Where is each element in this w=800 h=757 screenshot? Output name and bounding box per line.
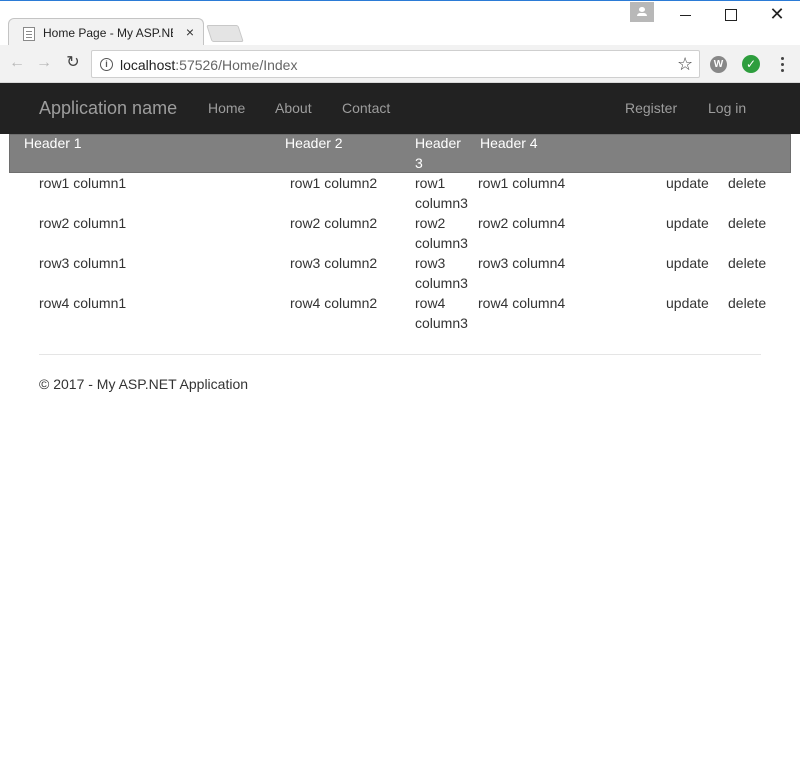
row4-column3: row4 column3 xyxy=(415,295,468,331)
page-favicon-icon xyxy=(23,27,35,41)
nav-link-register[interactable]: Register xyxy=(625,100,677,116)
extension-w-icon[interactable]: W xyxy=(710,56,727,73)
row3-delete-link[interactable]: delete xyxy=(728,253,766,273)
row3-column1: row3 column1 xyxy=(39,255,127,271)
header-1: Header 1 xyxy=(24,135,82,151)
info-icon[interactable]: i xyxy=(100,58,113,71)
row2-column3: row2 column3 xyxy=(415,215,468,251)
nav-link-login[interactable]: Log in xyxy=(708,100,746,116)
row1-update-link[interactable]: update xyxy=(666,173,709,193)
row3-column2: row3 column2 xyxy=(290,255,378,271)
row1-column4: row1 column4 xyxy=(478,175,566,191)
row3-update-link[interactable]: update xyxy=(666,253,709,273)
row4-column1: row4 column1 xyxy=(39,295,127,311)
row4-column4: row4 column4 xyxy=(478,295,566,311)
url-host: localhost xyxy=(120,57,176,73)
header-3: Header 3 xyxy=(415,135,461,171)
row2-column1: row2 column1 xyxy=(39,215,127,231)
extension-check-icon[interactable]: ✓ xyxy=(742,55,760,73)
bookmark-star-icon[interactable]: ☆ xyxy=(677,54,693,75)
reload-icon[interactable]: ↻ xyxy=(64,54,82,72)
maximize-button[interactable] xyxy=(721,5,741,25)
nav-link-about[interactable]: About xyxy=(275,100,312,116)
row4-delete-link[interactable]: delete xyxy=(728,293,766,313)
row2-delete-link[interactable]: delete xyxy=(728,213,766,233)
row3-column4: row3 column4 xyxy=(478,255,566,271)
footer-copyright: © 2017 - My ASP.NET Application xyxy=(39,376,249,392)
back-arrow-icon[interactable]: ← xyxy=(8,54,26,72)
forward-arrow-icon[interactable]: → xyxy=(35,54,53,72)
url-text[interactable]: localhost:57526/Home/Index xyxy=(120,57,297,73)
row2-column4: row2 column4 xyxy=(478,215,566,231)
brand-link[interactable]: Application name xyxy=(39,98,177,119)
nav-link-home[interactable]: Home xyxy=(208,100,245,116)
footer-divider xyxy=(39,354,761,355)
address-bar[interactable]: i localhost:57526/Home/Index ☆ xyxy=(91,50,700,78)
header-4: Header 4 xyxy=(480,135,538,151)
row1-column2: row1 column2 xyxy=(290,175,378,191)
header-2: Header 2 xyxy=(285,135,343,151)
row2-update-link[interactable]: update xyxy=(666,213,709,233)
row2-column2: row2 column2 xyxy=(290,215,378,231)
site-navbar: Application name Home About Contact Regi… xyxy=(0,83,800,134)
browser-menu-icon[interactable] xyxy=(774,54,792,74)
tab-close-icon[interactable]: × xyxy=(183,24,197,40)
minimize-button[interactable] xyxy=(676,5,696,25)
table-header-row xyxy=(9,134,791,173)
row3-column3: row3 column3 xyxy=(415,255,468,291)
row1-delete-link[interactable]: delete xyxy=(728,173,766,193)
url-path: :57526/Home/Index xyxy=(175,57,298,73)
profile-icon[interactable] xyxy=(630,2,654,22)
row1-column1: row1 column1 xyxy=(39,175,127,191)
browser-tab[interactable]: Home Page - My ASP.NE × xyxy=(8,18,204,47)
row4-column2: row4 column2 xyxy=(290,295,378,311)
row1-column3: row1 column3 xyxy=(415,175,468,211)
tab-title: Home Page - My ASP.NE xyxy=(43,26,173,40)
browser-toolbar: ← → ↻ i localhost:57526/Home/Index ☆ W ✓ xyxy=(0,45,800,83)
nav-link-contact[interactable]: Contact xyxy=(342,100,390,116)
row4-update-link[interactable]: update xyxy=(666,293,709,313)
new-tab-button[interactable] xyxy=(206,25,244,42)
browser-titlebar: Home Page - My ASP.NE × ✕ xyxy=(0,1,800,47)
window-close-button[interactable]: ✕ xyxy=(767,5,787,25)
